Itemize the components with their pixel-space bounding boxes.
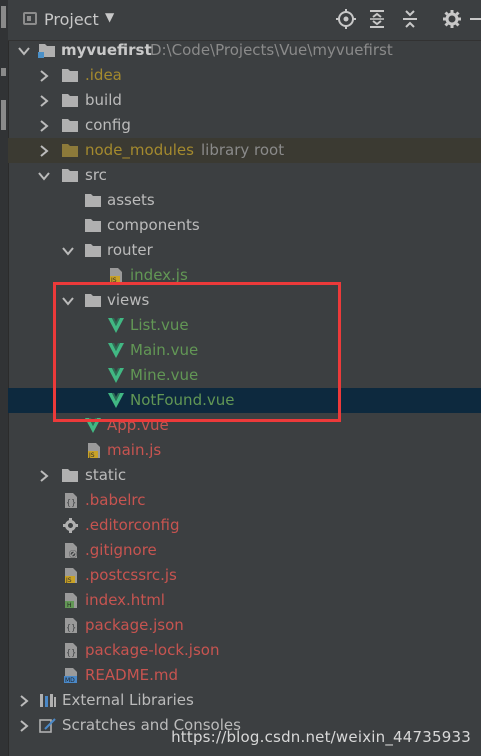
chevron-right-icon[interactable]	[18, 713, 30, 738]
tree-row-index-html[interactable]: H index.html	[8, 588, 481, 613]
folder-icon	[84, 242, 102, 259]
file-name: package.json	[85, 616, 184, 634]
file-name: .gitignore	[85, 541, 157, 559]
svg-text:{}: {}	[66, 498, 76, 507]
svg-text:H: H	[67, 602, 72, 609]
svg-text:MD: MD	[65, 677, 75, 684]
tree-row-postcssrc[interactable]: JS .postcssrc.js	[8, 563, 481, 588]
module-folder-icon	[38, 42, 56, 59]
svg-text:JS: JS	[88, 452, 95, 459]
locate-icon[interactable]	[335, 8, 357, 30]
tree-row-components[interactable]: components	[8, 213, 481, 238]
file-name: README.md	[85, 666, 179, 684]
chevron-right-icon[interactable]	[38, 138, 50, 163]
folder-name: components	[107, 216, 200, 234]
external-libraries-label: External Libraries	[62, 691, 194, 709]
expand-all-icon[interactable]	[366, 8, 388, 30]
library-folder-icon	[61, 142, 79, 159]
folder-name: assets	[107, 191, 155, 209]
chevron-right-icon[interactable]	[38, 88, 50, 113]
tree-row-root[interactable]: myvuefirst D:\Code\Projects\Vue\myvuefir…	[8, 38, 481, 63]
watermark: https://blog.csdn.net/weixin_44735933	[171, 728, 471, 746]
project-view-icon	[23, 12, 37, 25]
highlight-box	[53, 282, 341, 422]
file-name: .editorconfig	[85, 516, 180, 534]
tree-row-node-modules[interactable]: node_modules library root	[8, 138, 481, 163]
folder-name: src	[85, 166, 107, 184]
scratches-icon	[39, 717, 57, 734]
folder-name: static	[85, 466, 127, 484]
folder-icon	[61, 117, 79, 134]
tree-row-package-lock[interactable]: {} package-lock.json	[8, 638, 481, 663]
json-file-icon: {}	[63, 642, 81, 659]
hide-icon[interactable]	[470, 8, 481, 30]
chevron-right-icon[interactable]	[18, 688, 30, 713]
tree-row-config[interactable]: config	[8, 113, 481, 138]
folder-icon	[61, 92, 79, 109]
folder-icon	[61, 67, 79, 84]
root-project-name: myvuefirst	[61, 41, 152, 59]
folder-name: router	[107, 241, 153, 259]
folder-icon	[84, 217, 102, 234]
strip-tab-project[interactable]	[1, 6, 6, 28]
library-icon	[39, 692, 57, 709]
folder-icon	[61, 467, 79, 484]
svg-text:{}: {}	[66, 648, 76, 657]
config-file-icon: {}	[63, 492, 81, 509]
tree-row-babelrc[interactable]: {} .babelrc	[8, 488, 481, 513]
file-name: .postcssrc.js	[85, 566, 177, 584]
file-name: package-lock.json	[85, 641, 220, 659]
file-name: main.js	[107, 441, 162, 459]
js-file-icon: JS	[86, 442, 104, 459]
library-root-hint: library root	[201, 141, 285, 159]
folder-icon	[84, 192, 102, 209]
chevron-right-icon[interactable]	[38, 463, 50, 488]
root-project-path: D:\Code\Projects\Vue\myvuefirst	[150, 41, 393, 59]
folder-name: build	[85, 91, 122, 109]
svg-text:{}: {}	[66, 623, 76, 632]
collapse-all-icon[interactable]	[399, 8, 421, 30]
tree-row-build[interactable]: build	[8, 88, 481, 113]
markdown-file-icon: MD	[63, 667, 81, 684]
tree-row-src[interactable]: src	[8, 163, 481, 188]
svg-text:JS: JS	[65, 577, 72, 584]
gear-icon	[62, 517, 80, 534]
tree-row-idea[interactable]: .idea	[8, 63, 481, 88]
folder-name: config	[85, 116, 131, 134]
html-file-icon: H	[63, 592, 81, 609]
chevron-right-icon[interactable]	[38, 113, 50, 138]
chevron-right-icon[interactable]	[38, 63, 50, 88]
tree-row-readme[interactable]: MD README.md	[8, 663, 481, 688]
tree-row-external-libraries[interactable]: External Libraries	[8, 688, 481, 713]
folder-name: .idea	[85, 66, 122, 84]
file-name: index.html	[85, 591, 165, 609]
ignore-file-icon	[63, 542, 81, 559]
folder-name: node_modules	[85, 141, 194, 159]
project-toolbar: Project ▼	[8, 0, 481, 41]
tree-row-router[interactable]: router	[8, 238, 481, 263]
chevron-down-icon[interactable]: ▼	[105, 10, 114, 24]
tree-row-gitignore[interactable]: .gitignore	[8, 538, 481, 563]
tree-row-editorconfig[interactable]: .editorconfig	[8, 513, 481, 538]
chevron-down-icon[interactable]	[18, 38, 30, 63]
project-view-title[interactable]: Project	[44, 10, 99, 29]
chevron-down-icon[interactable]	[38, 163, 50, 188]
tree-row-assets[interactable]: assets	[8, 188, 481, 213]
tree-row-static[interactable]: static	[8, 463, 481, 488]
strip-tab-mark	[1, 68, 6, 76]
strip-tab-structure[interactable]	[1, 100, 6, 130]
tree-row-package-json[interactable]: {} package.json	[8, 613, 481, 638]
folder-icon	[61, 167, 79, 184]
json-file-icon: {}	[63, 617, 81, 634]
chevron-down-icon[interactable]	[62, 238, 74, 263]
settings-icon[interactable]	[441, 8, 463, 30]
js-file-icon: JS	[63, 567, 81, 584]
file-name: .babelrc	[85, 491, 146, 509]
tree-row-main-js[interactable]: JS main.js	[8, 438, 481, 463]
